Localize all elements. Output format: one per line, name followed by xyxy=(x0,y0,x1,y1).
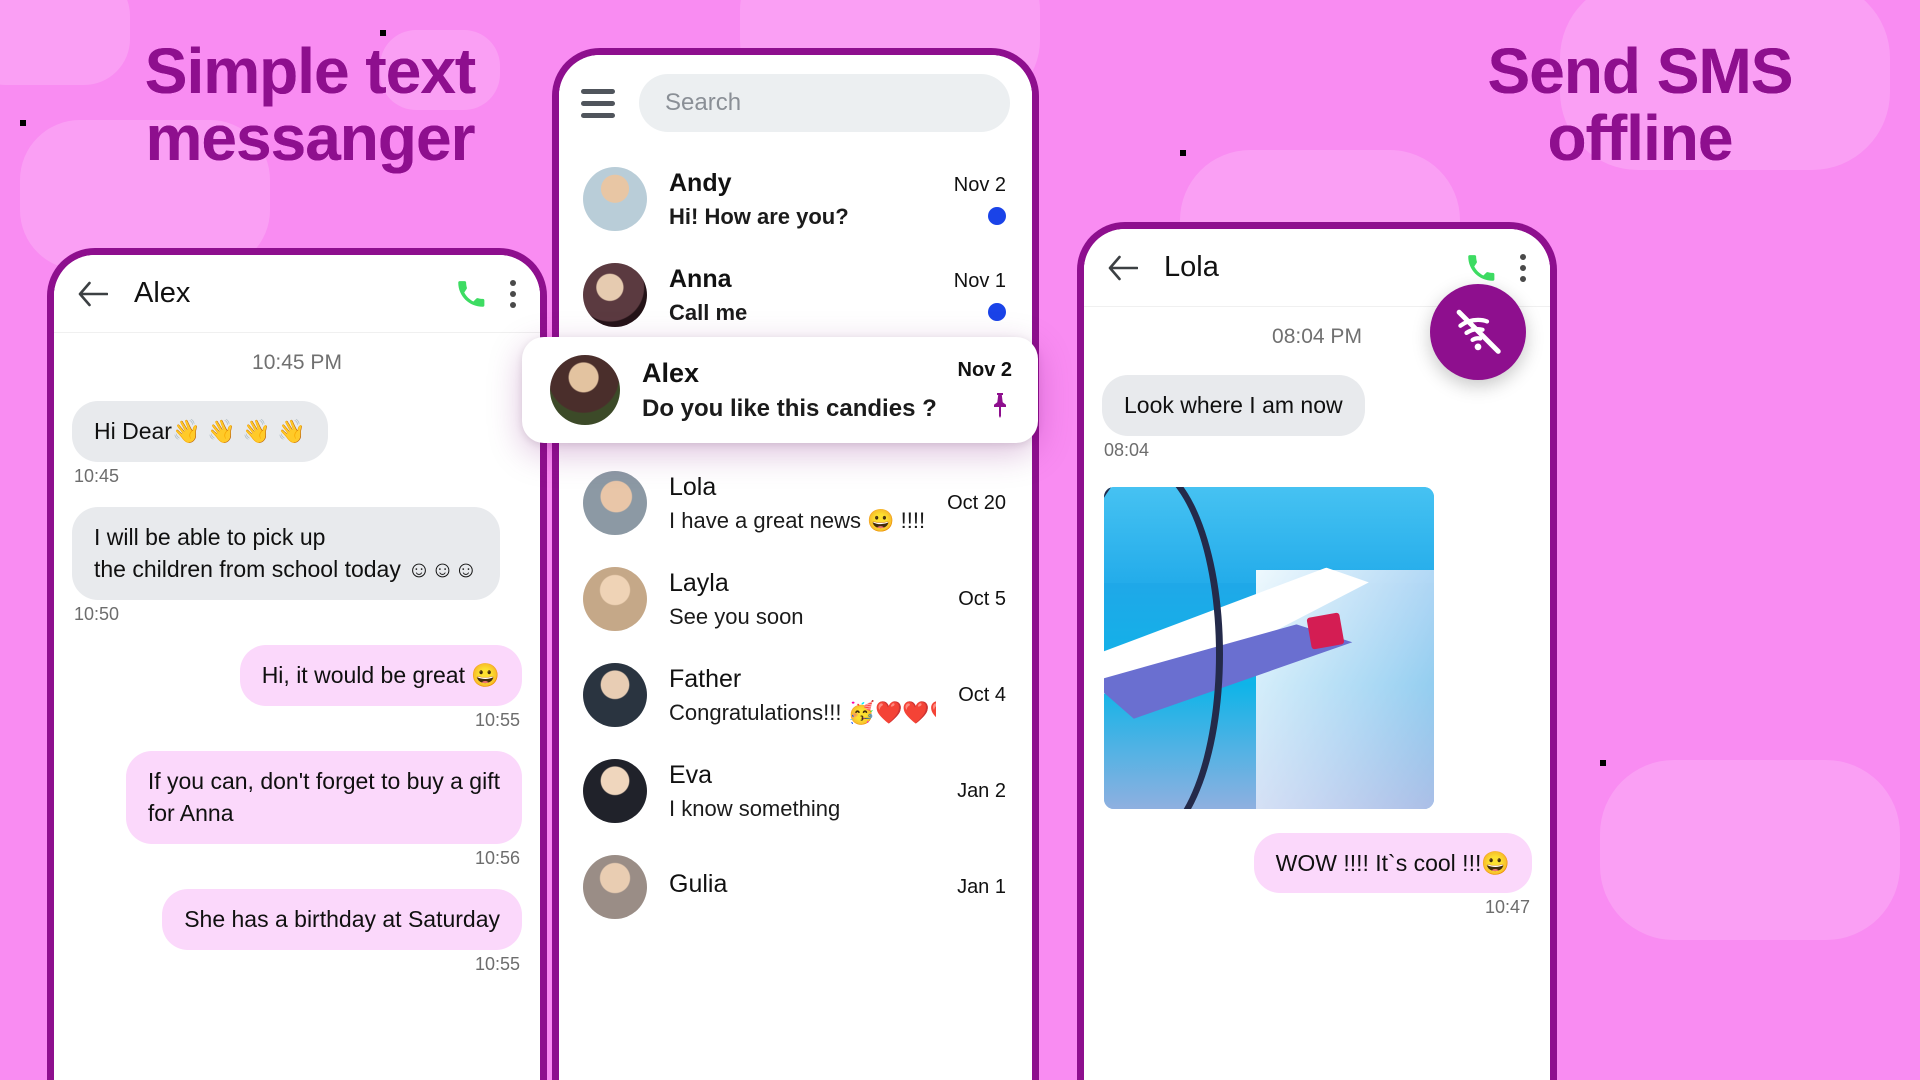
list-item[interactable]: Layla See you soon Oct 5 xyxy=(559,551,1032,647)
message-time: 10:56 xyxy=(474,847,520,868)
signal-off-icon xyxy=(1430,284,1526,380)
headline-left: Simple text messanger xyxy=(144,35,476,174)
contact-name: Layla xyxy=(669,568,729,597)
contact-name: Lola xyxy=(669,472,717,501)
search-input[interactable]: Search xyxy=(639,74,1010,132)
unread-dot-icon xyxy=(988,302,1006,321)
avatar xyxy=(583,471,647,535)
message-preview: Hi! How are you? xyxy=(669,203,849,229)
chat-body: 08:04 PM Look where I am now 08:04 WOW !… xyxy=(1084,307,1550,1080)
message-preview: Congratulations!!! 🥳❤️❤️❤️ xyxy=(669,699,937,725)
avatar xyxy=(583,567,647,631)
conversation-date: Nov 2 xyxy=(953,173,1006,196)
headline-right: Send SMS offline xyxy=(1487,35,1794,174)
message-bubble-outgoing: Hi, it would be great 😀 xyxy=(239,644,522,706)
message-bubble-incoming: Hi Dear👋 👋 👋 👋 xyxy=(72,401,328,462)
chat-body: 10:45 PM Hi Dear👋 👋 👋 👋 10:45 I will be … xyxy=(54,333,540,1080)
avatar xyxy=(550,355,620,425)
contact-name: Eva xyxy=(669,760,713,789)
screen: Alex 10:45 PM Hi Dear👋 👋 👋 👋 10:45 I wil… xyxy=(54,255,540,1080)
hamburger-menu-icon[interactable] xyxy=(581,88,615,118)
message-time: 08:04 xyxy=(1104,439,1150,460)
message-row: I will be able to pick up the children f… xyxy=(72,506,522,600)
message-row xyxy=(1102,481,1532,809)
phone-left-chat-alex: Alex 10:45 PM Hi Dear👋 👋 👋 👋 10:45 I wil… xyxy=(47,248,547,1080)
conversation-date: Jan 2 xyxy=(957,779,1006,802)
conversation-list: Andy Hi! How are you? Nov 2 Anna Call me… xyxy=(559,151,1032,1080)
conversation-date: Oct 20 xyxy=(947,491,1006,514)
contact-name: Gulia xyxy=(669,869,728,898)
contact-name: Father xyxy=(669,664,742,693)
contact-name: Andy xyxy=(669,168,732,197)
avatar xyxy=(583,663,647,727)
message-time: 10:50 xyxy=(74,603,120,624)
message-time: 10:45 xyxy=(74,465,120,486)
avatar xyxy=(583,263,647,327)
message-preview: Call me xyxy=(669,299,748,325)
conversation-date: Oct 5 xyxy=(958,587,1006,610)
message-row: Hi Dear👋 👋 👋 👋 xyxy=(72,401,522,462)
message-time: 10:55 xyxy=(474,953,520,974)
message-preview: I know something xyxy=(669,795,841,821)
list-item[interactable]: Father Congratulations!!! 🥳❤️❤️❤️ Oct 4 xyxy=(559,647,1032,743)
screen: Search Andy Hi! How are you? Nov 2 Anna … xyxy=(559,55,1032,1080)
message-bubble-outgoing: She has a birthday at Saturday xyxy=(162,888,522,950)
avatar xyxy=(583,759,647,823)
conversation-date: Oct 4 xyxy=(958,683,1006,706)
phone-call-icon[interactable] xyxy=(1466,253,1496,283)
decorative-bubble xyxy=(1600,760,1900,940)
search-bar: Search xyxy=(559,55,1032,151)
contact-name: Alex xyxy=(642,357,700,388)
conversation-date: Jan 1 xyxy=(957,875,1006,898)
avatar xyxy=(583,855,647,919)
message-time: 10:55 xyxy=(474,709,520,730)
airplane-wing-over-sea-photo[interactable] xyxy=(1104,486,1434,809)
more-vertical-icon[interactable] xyxy=(510,279,518,308)
message-bubble-outgoing: WOW !!!! It`s cool !!!😀 xyxy=(1253,832,1532,894)
message-row: Hi, it would be great 😀 xyxy=(72,644,522,706)
message-time: 10:47 xyxy=(1484,897,1530,918)
conversation-date: Nov 2 xyxy=(957,358,1012,381)
arrow-left-icon[interactable] xyxy=(76,277,110,311)
pin-icon[interactable] xyxy=(988,392,1012,422)
day-timestamp: 10:45 PM xyxy=(252,351,342,374)
list-item[interactable]: Eva I know something Jan 2 xyxy=(559,743,1032,839)
message-bubble-incoming: I will be able to pick up the children f… xyxy=(72,506,500,600)
message-row: She has a birthday at Saturday xyxy=(72,888,522,950)
chat-title: Lola xyxy=(1164,251,1219,283)
message-bubble-incoming: Look where I am now xyxy=(1102,375,1365,436)
message-preview: I have a great news 😀 !!!! xyxy=(669,507,926,533)
chat-header: Alex xyxy=(54,255,540,333)
list-item[interactable]: Gulia Jan 1 xyxy=(559,839,1032,935)
unread-dot-icon xyxy=(988,206,1006,225)
message-bubble-outgoing: If you can, don't forget to buy a gift f… xyxy=(125,750,522,844)
message-row: If you can, don't forget to buy a gift f… xyxy=(72,750,522,844)
pinned-conversation-card-alex[interactable]: Alex Do you like this candies ? Nov 2 xyxy=(522,337,1038,443)
chat-title: Alex xyxy=(134,277,191,309)
message-row: WOW !!!! It`s cool !!!😀 xyxy=(1102,832,1532,894)
contact-name: Anna xyxy=(669,264,732,293)
conversation-date: Nov 1 xyxy=(953,269,1006,292)
message-preview: Do you like this candies ? xyxy=(642,394,936,422)
list-item[interactable]: Andy Hi! How are you? Nov 2 xyxy=(559,151,1032,247)
message-preview: See you soon xyxy=(669,603,804,629)
message-row: Look where I am now xyxy=(1102,375,1532,436)
phone-center-conversation-list: Search Andy Hi! How are you? Nov 2 Anna … xyxy=(552,48,1039,1080)
more-vertical-icon[interactable] xyxy=(1520,253,1528,282)
avatar xyxy=(583,167,647,231)
phone-call-icon[interactable] xyxy=(456,279,486,309)
list-item[interactable]: Anna Call me Nov 1 xyxy=(559,247,1032,343)
list-item[interactable]: Lola I have a great news 😀 !!!! Oct 20 xyxy=(559,455,1032,551)
arrow-left-icon[interactable] xyxy=(1106,251,1140,285)
